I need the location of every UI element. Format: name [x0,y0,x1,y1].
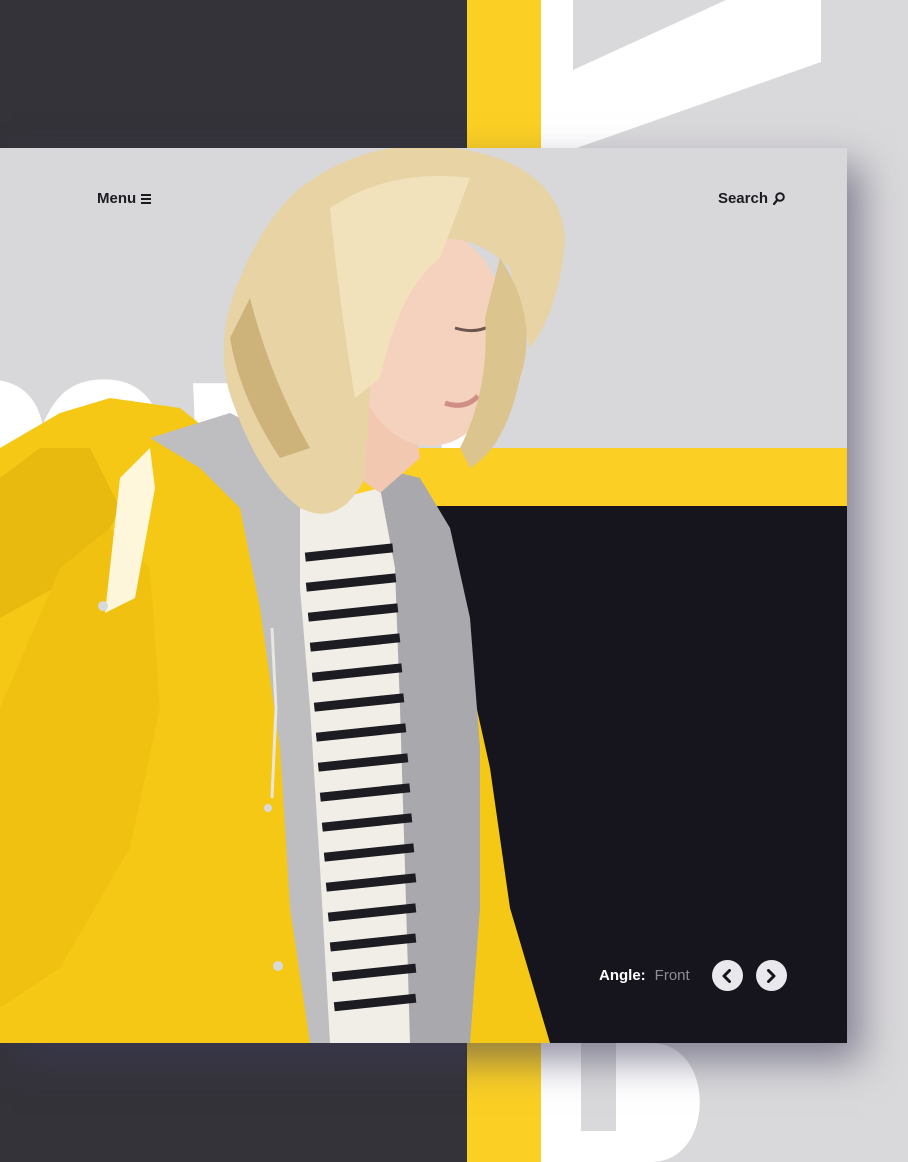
chevron-right-icon [767,968,776,983]
chevron-left-icon [722,968,732,983]
previous-angle-button[interactable] [711,960,743,991]
background-decorative-letter-top [541,0,821,150]
angle-value: Front [654,967,690,984]
menu-icon [141,193,152,204]
search-button[interactable]: Search [718,190,785,207]
model-photo [0,148,565,1043]
menu-button[interactable]: Menu [97,190,152,207]
search-label: Search [717,190,768,207]
product-hero-card: mre [0,148,847,1043]
angle-control: Angle: Front [599,960,787,991]
search-icon [773,192,785,205]
next-angle-button[interactable] [755,960,787,991]
background-decorative-letter-bottom [541,1043,700,1162]
menu-label: Menu [97,190,137,207]
angle-label: Angle: [599,967,646,984]
